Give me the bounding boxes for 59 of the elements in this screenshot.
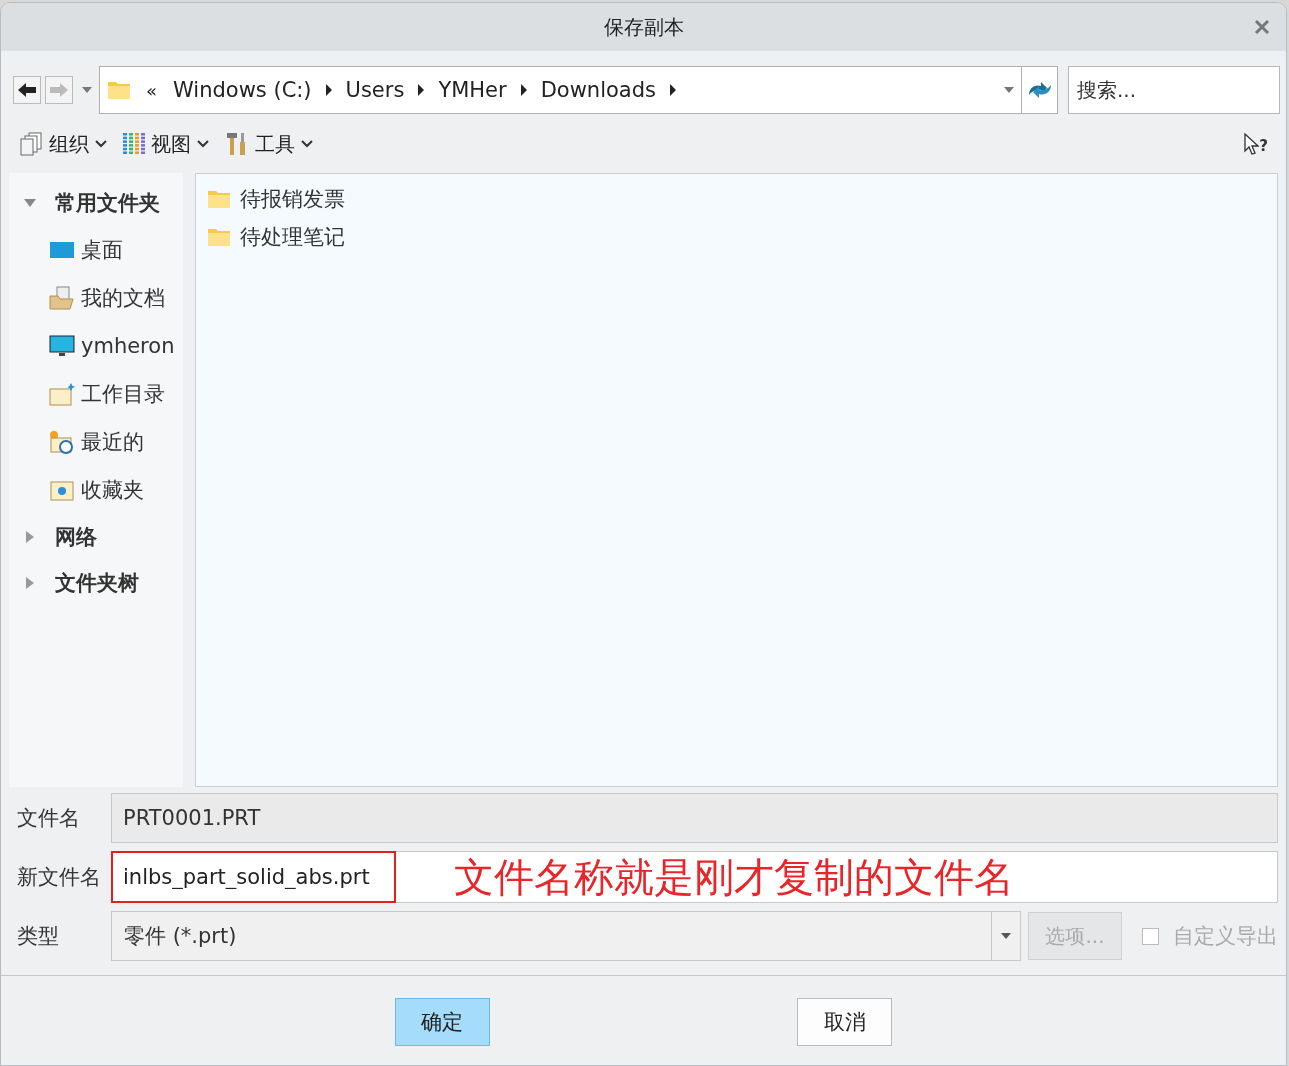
dropdown-arrow-icon[interactable] bbox=[1003, 86, 1015, 94]
sidebar-group[interactable]: 常用文件夹 bbox=[9, 185, 160, 221]
address-bar[interactable]: « Windows (C:) Users YMHer Downloads bbox=[99, 66, 1022, 114]
document-folder-icon bbox=[49, 286, 75, 310]
new-file-name-input[interactable]: inlbs_part_solid_abs.prt bbox=[111, 851, 396, 903]
cursor-icon bbox=[1243, 133, 1260, 155]
file-name-field: PRT0001.PRT bbox=[111, 793, 1278, 843]
overflow-button[interactable]: « bbox=[130, 79, 165, 101]
clock-folder-icon bbox=[49, 430, 75, 454]
caret-icon bbox=[81, 86, 93, 94]
sidebar-group[interactable]: 网络 bbox=[9, 519, 97, 555]
breadcrumb-arrow-icon[interactable] bbox=[670, 84, 676, 96]
folder-icon bbox=[208, 228, 230, 246]
monitor-icon bbox=[49, 334, 75, 358]
breadcrumb-arrow-icon[interactable] bbox=[418, 84, 425, 96]
forward-arrow-icon bbox=[49, 82, 69, 98]
field-label: 类型 bbox=[16, 923, 60, 950]
folder-star-icon bbox=[49, 382, 75, 406]
refresh-button[interactable] bbox=[1022, 66, 1058, 114]
favorites-folder-icon bbox=[49, 478, 75, 502]
help-button[interactable]: ? bbox=[1243, 133, 1268, 155]
back-arrow-icon bbox=[17, 82, 37, 98]
search-field[interactable]: 搜索... bbox=[1068, 66, 1280, 114]
breadcrumb-item[interactable]: Downloads bbox=[532, 78, 664, 102]
sidebar-item[interactable]: ymheron bbox=[9, 327, 175, 365]
sidebar-item[interactable]: 收藏夹 bbox=[9, 471, 144, 509]
desktop-icon bbox=[49, 240, 75, 260]
file-type-dropdown[interactable]: 零件 (*.prt) bbox=[111, 911, 1021, 961]
close-button[interactable] bbox=[1252, 17, 1272, 37]
folder-icon bbox=[208, 190, 230, 208]
sidebar-item[interactable]: 桌面 bbox=[9, 231, 123, 269]
annotation-text: 文件名称就是刚才复制的文件名 bbox=[454, 852, 1014, 902]
window-title: 保存副本 bbox=[603, 13, 684, 41]
toolbar-menu-button[interactable]: 工具 bbox=[225, 130, 313, 158]
folder-item[interactable]: 待报销发票 bbox=[208, 180, 345, 218]
sidebar-item[interactable]: 工作目录 bbox=[9, 375, 165, 413]
sidebar-group[interactable]: 文件夹树 bbox=[9, 565, 139, 601]
breadcrumb-item[interactable]: YMHer bbox=[430, 78, 515, 102]
toolbar-menu-button[interactable]: 视图 bbox=[123, 130, 209, 158]
folder-item[interactable]: 待处理笔记 bbox=[208, 218, 345, 256]
sidebar-item[interactable]: 我的文档 bbox=[9, 279, 165, 317]
breadcrumb-item[interactable]: Windows (C:) bbox=[165, 78, 320, 102]
chevron-down-icon bbox=[95, 140, 107, 148]
caret-icon bbox=[1000, 932, 1012, 940]
pages-icon bbox=[19, 132, 43, 156]
chevron-down-icon bbox=[301, 140, 313, 148]
breadcrumb-arrow-icon[interactable] bbox=[325, 84, 332, 96]
cancel-button[interactable]: 取消 bbox=[797, 998, 893, 1046]
toolbar-menu-button[interactable]: 组织 bbox=[19, 130, 107, 158]
breadcrumb-item[interactable]: Users bbox=[337, 78, 413, 102]
breadcrumb-arrow-icon[interactable] bbox=[520, 84, 527, 96]
grid-icon bbox=[123, 133, 145, 155]
back-button[interactable] bbox=[13, 76, 41, 104]
folder-icon bbox=[108, 81, 130, 99]
field-label: 文件名 bbox=[16, 805, 81, 832]
chevron-down-icon bbox=[197, 140, 209, 148]
ok-button[interactable]: 确定 bbox=[394, 998, 490, 1046]
field-label: 新文件名 bbox=[16, 864, 102, 891]
sidebar-item[interactable]: 最近的 bbox=[9, 423, 144, 461]
